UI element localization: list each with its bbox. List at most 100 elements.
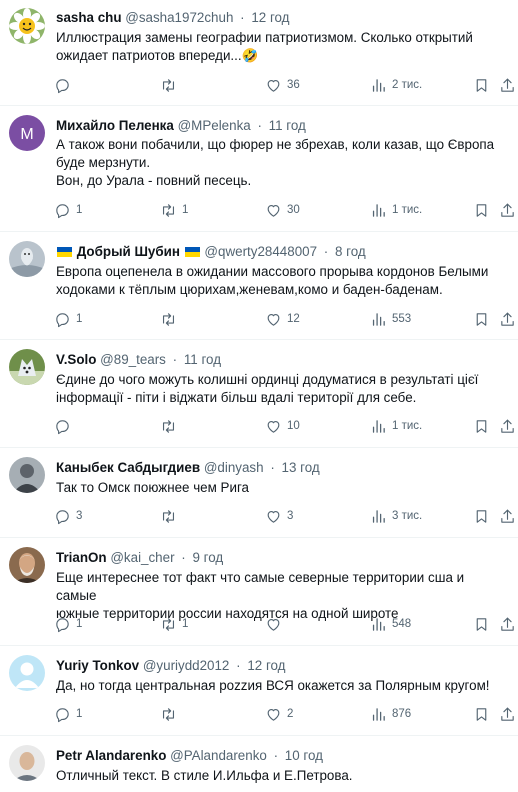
avatar[interactable]: M [9,115,45,151]
post-time[interactable]: 13 год [282,460,320,475]
author-name[interactable]: Михайло Пеленка [56,118,174,133]
author-handle[interactable]: @dinyash [204,460,264,475]
reply-feed: sasha chu @sasha1972chuh · 12 год Иллюст… [0,0,518,792]
post[interactable]: sasha chu @sasha1972chuh · 12 год Иллюст… [0,0,518,106]
post-text: Да, но тогда центральная роzzия ВСЯ окаж… [56,677,506,695]
post[interactable]: TrianOn @kai_cher · 9 год Еще интереснее… [0,538,518,646]
views-count: 1 тис. [392,204,423,216]
views-button[interactable]: 1 тис. [370,416,422,436]
retweet-button[interactable]: 1 [160,200,188,220]
like-button[interactable]: 2 [265,704,293,724]
post-time[interactable]: 11 год [184,352,221,367]
retweet-button[interactable] [160,309,182,329]
share-button[interactable] [499,416,516,436]
retweet-button[interactable]: 1 [160,614,188,634]
separator-dot: · [273,748,279,763]
like-button[interactable] [265,614,287,634]
post-time[interactable]: 12 год [251,10,289,25]
author-name[interactable]: Petr Alandarenko [56,748,166,763]
views-button[interactable]: 548 [370,614,411,634]
post[interactable]: Добрый Шубин @qwerty28448007 · 8 год Евр… [0,232,518,340]
reply-button[interactable]: 1 [54,309,82,329]
retweet-icon [162,312,175,326]
author-name[interactable]: V.Solo [56,352,96,367]
views-button[interactable]: 3 тис. [370,506,422,526]
reply-button[interactable] [54,75,76,95]
author-handle[interactable]: @qwerty28448007 [204,244,317,259]
like-button[interactable]: 10 [265,416,300,436]
bookmark-button[interactable] [473,309,490,329]
retweet-icon [162,78,175,92]
author-name[interactable]: Каныбек Сабдыгдиев [56,460,200,475]
reply-count: 1 [76,618,83,630]
views-count: 2 тис. [392,79,423,91]
post-time[interactable]: 11 год [269,118,306,133]
avatar[interactable] [9,547,45,583]
bookmark-button[interactable] [473,416,490,436]
post[interactable]: Yuriy Tonkov @yuriydd2012 · 12 год Да, н… [0,646,518,736]
post-text: Иллюстрация замены географии патриотизмо… [56,29,506,65]
share-button[interactable] [499,75,516,95]
author-handle[interactable]: @MPelenka [178,118,251,133]
share-button[interactable] [499,704,516,724]
post-time[interactable]: 8 год [335,244,366,259]
views-button[interactable]: 876 [370,704,411,724]
author-name[interactable]: sasha chu [56,10,122,25]
reply-button[interactable] [54,416,76,436]
reply-button[interactable]: 1 [54,614,82,634]
avatar[interactable] [9,8,45,44]
share-icon [501,203,514,217]
like-button[interactable]: 30 [265,200,300,220]
avatar[interactable] [9,349,45,385]
share-button[interactable] [499,200,516,220]
share-button[interactable] [499,506,516,526]
avatar[interactable] [9,655,45,691]
author-name[interactable]: Добрый Шубин [77,244,180,259]
reply-button[interactable]: 1 [54,200,82,220]
author-name[interactable]: TrianOn [56,550,107,565]
like-count: 10 [287,420,300,432]
post[interactable]: V.Solo @89_tears · 11 год Єдине до чого … [0,340,518,448]
post-time[interactable]: 9 год [192,550,223,565]
bookmark-button[interactable] [473,614,490,634]
retweet-button[interactable] [160,506,182,526]
author-name[interactable]: Yuriy Tonkov [56,658,139,673]
post[interactable]: M Михайло Пеленка @MPelenka · 11 год А т… [0,106,518,232]
avatar[interactable] [9,457,45,493]
author-handle[interactable]: @sasha1972chuh [125,10,233,25]
post-time[interactable]: 12 год [247,658,285,673]
share-button[interactable] [499,309,516,329]
views-button[interactable]: 2 тис. [370,75,422,95]
retweet-button[interactable] [160,75,182,95]
author-handle[interactable]: @kai_cher [110,550,174,565]
avatar[interactable] [9,241,45,277]
separator-dot: · [236,658,241,673]
reply-icon [56,203,69,218]
post[interactable]: Каныбек Сабдыгдиев @dinyash · 13 год Так… [0,448,518,538]
reply-button[interactable]: 1 [54,704,82,724]
views-button[interactable]: 553 [370,309,411,329]
reply-icon [56,78,69,93]
like-button[interactable]: 12 [265,309,300,329]
bookmark-button[interactable] [473,75,490,95]
like-button[interactable]: 36 [265,75,300,95]
bookmark-button[interactable] [473,506,490,526]
post[interactable]: Petr Alandarenko @PAlandarenko · 10 год … [0,736,518,792]
post-header: Каныбек Сабдыгдиев @dinyash · 13 год [56,458,320,478]
views-button[interactable]: 1 тис. [370,200,422,220]
bookmark-button[interactable] [473,704,490,724]
avatar[interactable] [9,745,45,781]
action-bar: 1 1 548 [0,614,518,634]
reply-icon [56,312,69,327]
post-time[interactable]: 10 год [285,748,323,763]
author-handle[interactable]: @89_tears [100,352,166,367]
retweet-icon [162,509,175,523]
bookmark-button[interactable] [473,200,490,220]
author-handle[interactable]: @PAlandarenko [170,748,267,763]
retweet-button[interactable] [160,416,182,436]
author-handle[interactable]: @yuriydd2012 [143,658,230,673]
share-button[interactable] [499,614,516,634]
retweet-button[interactable] [160,704,182,724]
like-button[interactable]: 3 [265,506,293,526]
reply-button[interactable]: 3 [54,506,82,526]
